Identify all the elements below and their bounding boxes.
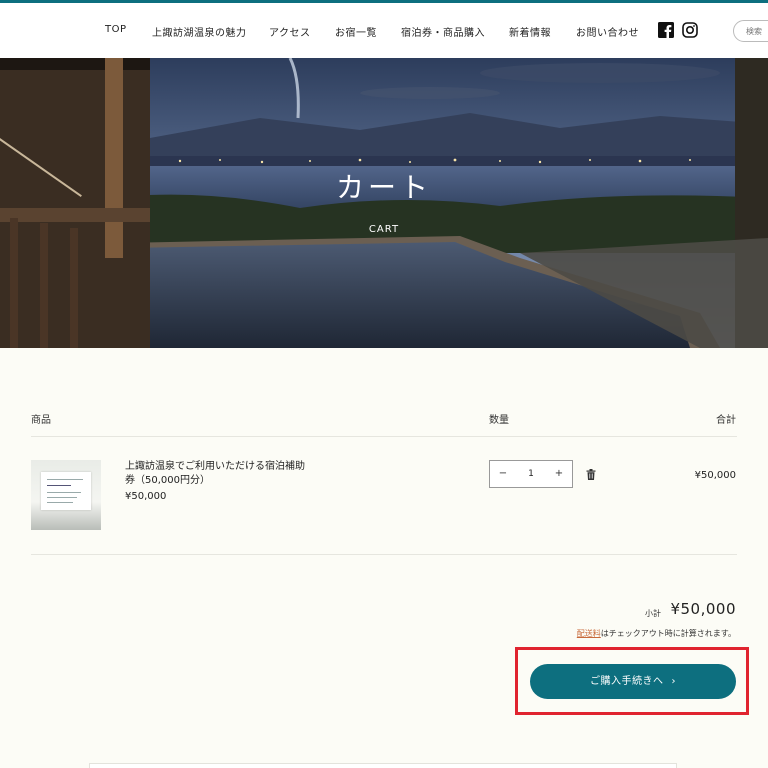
instagram-icon[interactable]	[682, 22, 698, 38]
line-item-total: ¥50,000	[694, 470, 736, 481]
column-header-product: 商品	[31, 415, 51, 426]
hero-banner: カート CART	[0, 58, 768, 348]
quantity-input[interactable]	[516, 461, 546, 487]
quantity-stepper: − +	[489, 460, 573, 488]
shipping-note-text: はチェックアウト時に計算されます。	[600, 629, 736, 638]
column-header-quantity: 数量	[489, 415, 509, 426]
quantity-decrease-button[interactable]: −	[490, 461, 516, 487]
subtotal-value: ¥50,000	[670, 600, 736, 618]
nav-item-top[interactable]: TOP	[105, 24, 127, 35]
table-divider-top	[31, 436, 737, 437]
nav-item-access[interactable]: アクセス	[269, 24, 311, 39]
subtotal-label: 小計	[645, 609, 661, 618]
site-header: TOP 上諏訪湖温泉の魅力 アクセス お宿一覧 宿泊券・商品購入 新着情報 お問…	[0, 3, 768, 58]
nav-item-inns[interactable]: お宿一覧	[335, 24, 377, 39]
nav-item-charm[interactable]: 上諏訪湖温泉の魅力	[152, 24, 247, 39]
page-subtitle: CART	[368, 224, 400, 235]
product-unit-price: ¥50,000	[125, 491, 167, 502]
voucher-card-image	[41, 472, 91, 510]
page-title: カート	[335, 171, 432, 204]
nav-item-vouchers[interactable]: 宿泊券・商品購入	[401, 24, 485, 39]
shipping-note: 配送料はチェックアウト時に計算されます。	[577, 628, 736, 639]
shipping-link[interactable]: 配送料	[577, 629, 601, 638]
nav-item-news[interactable]: 新着情報	[509, 24, 551, 39]
product-thumbnail[interactable]	[31, 460, 101, 530]
column-header-total: 合計	[716, 415, 736, 426]
facebook-icon[interactable]	[658, 22, 674, 38]
product-name-link[interactable]: 上諏訪温泉でご利用いただける宿泊補助券（50,000円分）	[125, 460, 305, 488]
checkout-button-label: ご購入手続きへ	[590, 676, 664, 687]
table-divider-bottom	[31, 554, 737, 555]
chevron-right-icon: ›	[671, 676, 676, 687]
main-nav: TOP 上諏訪湖温泉の魅力 アクセス お宿一覧 宿泊券・商品購入 新着情報 お問…	[0, 3, 768, 58]
nav-item-contact[interactable]: お問い合わせ	[576, 24, 639, 39]
search-input[interactable]	[733, 20, 768, 42]
quantity-increase-button[interactable]: +	[546, 461, 572, 487]
checkout-button[interactable]: ご購入手続きへ ›	[530, 664, 736, 699]
content-panel	[89, 763, 677, 768]
trash-icon[interactable]	[586, 469, 596, 480]
